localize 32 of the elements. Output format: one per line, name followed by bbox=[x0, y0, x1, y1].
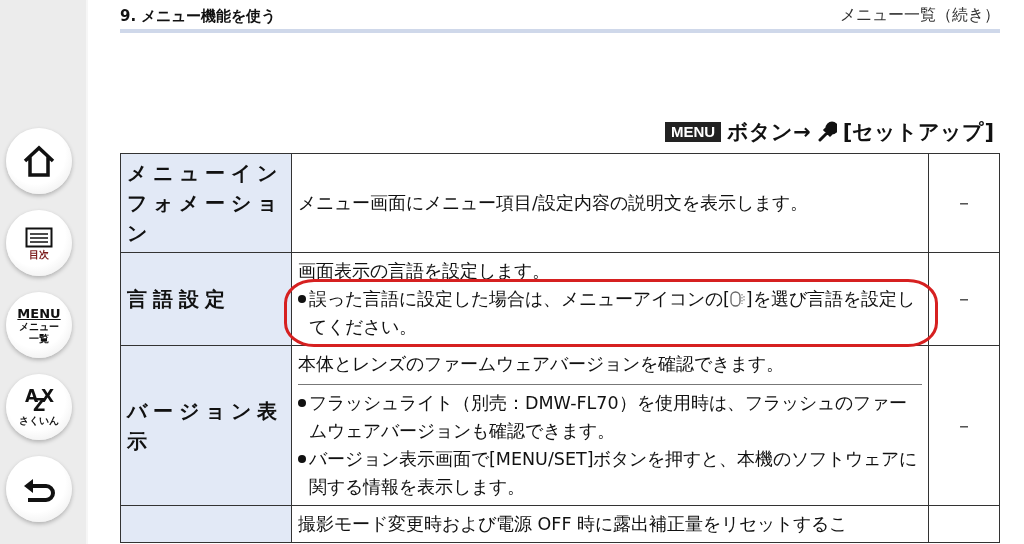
menu-label: MENU bbox=[17, 306, 61, 320]
value-dash: － bbox=[955, 415, 973, 436]
language-icon bbox=[729, 290, 746, 308]
home-icon bbox=[21, 145, 57, 177]
bullet-icon bbox=[298, 295, 306, 303]
back-button[interactable] bbox=[6, 456, 72, 522]
bullet-icon bbox=[298, 399, 306, 407]
note-text: 誤った言語に設定した場合は、メニューアイコンの[ ]を選び言語を設定してください。 bbox=[309, 288, 916, 339]
list-icon bbox=[25, 226, 53, 248]
menu-list-button[interactable]: MENU メニュー 一覧 bbox=[6, 292, 72, 358]
index-label: さくいん bbox=[19, 415, 59, 426]
path-target: [セットアップ] bbox=[842, 119, 994, 146]
note-text: フラッシュライト（別売：DMW-FL70）を使用時は、フラッシュのファームウェアバージョンも確認できます。 bbox=[309, 392, 908, 443]
section-title: 9. メニュー機能を使う bbox=[120, 7, 277, 26]
contents-label: 目次 bbox=[29, 248, 49, 260]
setting-name: 言語設定 bbox=[127, 287, 231, 311]
contents-button[interactable]: 目次 bbox=[6, 210, 72, 276]
note-text: バージョン表示画面で[MENU/SET]ボタンを押すと、本機のソフトウェアに関する情報を表示します。 bbox=[309, 448, 919, 499]
menu-list-label: 一覧 bbox=[29, 332, 49, 344]
description-text: 本体とレンズのファームウェアバージョンを確認できます。 bbox=[298, 353, 785, 376]
description-text: 撮影モード変更時および電源 OFF 時に露出補正量をリセットするこ bbox=[298, 513, 849, 536]
value-dash: － bbox=[955, 289, 973, 309]
menu-list-label: メニュー bbox=[19, 320, 59, 332]
setting-name: バージョン表示 bbox=[127, 398, 283, 453]
menu-badge: MENU bbox=[665, 122, 722, 142]
description-text: メニュー画面にメニュー項目/設定内容の説明文を表示します。 bbox=[298, 192, 809, 215]
bullet-icon bbox=[298, 455, 306, 463]
home-button[interactable] bbox=[6, 128, 72, 194]
value-dash: － bbox=[955, 193, 973, 213]
setting-name: メニューインフォメーション bbox=[127, 161, 283, 245]
path-text: ボタン→ bbox=[727, 119, 811, 146]
page-title: メニュー一覧（続き） bbox=[840, 5, 1000, 26]
